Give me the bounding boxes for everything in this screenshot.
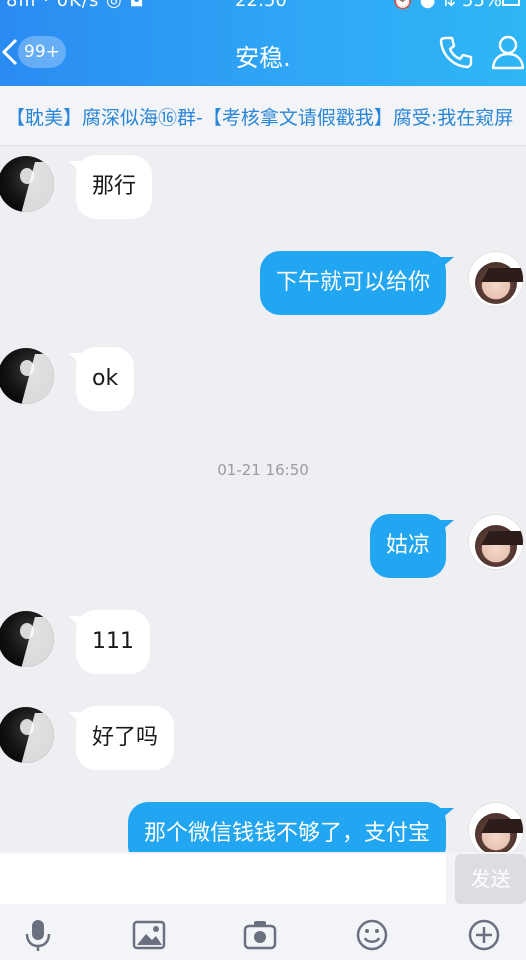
battery-icon	[502, 0, 520, 6]
message-list[interactable]: 那行 下午就可以给你 ok 01-21 16:50 姑凉 111 好了吗 那个微…	[0, 147, 526, 852]
avatar[interactable]	[468, 802, 524, 852]
message-bubble[interactable]: 那个微信钱钱不够了，支付宝	[127, 802, 455, 852]
emoji-icon[interactable]	[355, 918, 389, 952]
message-bubble[interactable]: 那行	[67, 155, 153, 219]
avatar[interactable]	[468, 514, 524, 570]
group-marquee[interactable]: 【耽美】腐深似海⑯群-【考核拿文请假戳我】腐受:我在窥屏	[0, 86, 526, 146]
status-bar: 8ıll · 0K/s ◎ ◘ 22:50 ⏰ ● ⇅ 55%	[0, 0, 526, 14]
input-toolbar	[0, 904, 526, 960]
group-marquee-text: 【耽美】腐深似海⑯群-【考核拿文请假戳我】腐受:我在窥屏	[6, 107, 514, 129]
avatar[interactable]	[0, 707, 54, 763]
message-timestamp: 01-21 16:50	[217, 461, 309, 479]
avatar[interactable]	[0, 156, 54, 212]
message-input[interactable]	[0, 854, 446, 904]
avatar[interactable]	[0, 348, 54, 404]
avatar[interactable]	[0, 611, 54, 667]
avatar[interactable]	[468, 251, 524, 307]
status-clock: 22:50	[235, 0, 287, 11]
message-bubble[interactable]: 111	[68, 610, 150, 674]
camera-icon[interactable]	[243, 918, 277, 952]
message-bubble[interactable]: 好了吗	[67, 706, 175, 770]
profile-icon[interactable]	[490, 34, 526, 70]
plus-icon[interactable]	[467, 918, 501, 952]
status-indicators: ⏰ ● ⇅ 55%	[391, 0, 502, 11]
send-button[interactable]: 发送	[455, 854, 526, 904]
compose-bar: 发送	[0, 852, 526, 904]
microphone-icon[interactable]	[21, 918, 55, 952]
phone-icon[interactable]	[438, 34, 474, 70]
message-bubble[interactable]: 姑凉	[369, 514, 455, 578]
message-bubble[interactable]: 下午就可以给你	[259, 251, 455, 315]
image-icon[interactable]	[132, 918, 166, 952]
message-bubble[interactable]: ok	[67, 347, 135, 411]
chat-header: 8ıll · 0K/s ◎ ◘ 22:50 ⏰ ● ⇅ 55% 99+ 安稳.	[0, 0, 526, 86]
status-signal: 8ıll · 0K/s ◎ ◘	[6, 0, 145, 11]
